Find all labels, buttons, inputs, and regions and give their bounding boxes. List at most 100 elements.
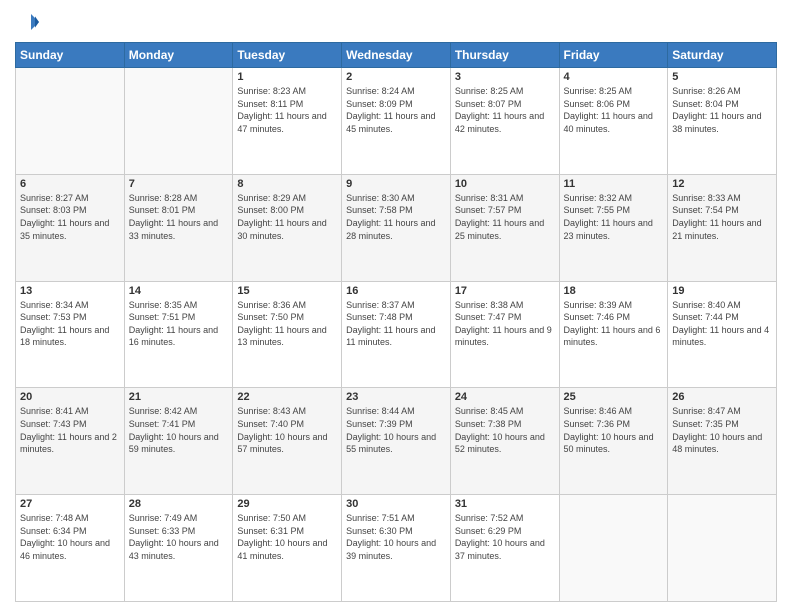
calendar-cell — [124, 68, 233, 175]
day-info: Sunrise: 8:35 AM Sunset: 7:51 PM Dayligh… — [129, 299, 229, 349]
calendar-week-1: 1 Sunrise: 8:23 AM Sunset: 8:11 PM Daylig… — [16, 68, 777, 175]
calendar-table: SundayMondayTuesdayWednesdayThursdayFrid… — [15, 42, 777, 602]
day-number: 8 — [237, 178, 337, 190]
day-number: 21 — [129, 391, 229, 403]
calendar-cell: 10 Sunrise: 8:31 AM Sunset: 7:57 PM Dayli… — [450, 174, 559, 281]
calendar-cell: 19Sunrise: 8:40 AM Sunset: 7:44 PM Dayli… — [668, 281, 777, 388]
day-number: 12 — [672, 178, 772, 190]
day-info: Sunrise: 8:44 AM Sunset: 7:39 PM Dayligh… — [346, 405, 446, 455]
calendar-cell: 27Sunrise: 7:48 AM Sunset: 6:34 PM Dayli… — [16, 495, 125, 602]
calendar-week-5: 27Sunrise: 7:48 AM Sunset: 6:34 PM Dayli… — [16, 495, 777, 602]
day-info: Sunrise: 8:32 AM Sunset: 7:55 PM Dayligh… — [564, 192, 664, 242]
calendar-cell: 20 Sunrise: 8:41 AM Sunset: 7:43 PM Dayli… — [16, 388, 125, 495]
day-info: Sunrise: 8:24 AM Sunset: 8:09 PM Dayligh… — [346, 85, 446, 135]
calendar-cell: 3 Sunrise: 8:25 AM Sunset: 8:07 PM Daylig… — [450, 68, 559, 175]
day-info: Sunrise: 8:43 AM Sunset: 7:40 PM Dayligh… — [237, 405, 337, 455]
day-info: Sunrise: 8:30 AM Sunset: 7:58 PM Dayligh… — [346, 192, 446, 242]
calendar-cell: 8 Sunrise: 8:29 AM Sunset: 8:00 PM Daylig… — [233, 174, 342, 281]
day-number: 7 — [129, 178, 229, 190]
day-number: 16 — [346, 285, 446, 297]
weekday-header-saturday: Saturday — [668, 43, 777, 68]
day-info: Sunrise: 8:36 AM Sunset: 7:50 PM Dayligh… — [237, 299, 337, 349]
day-info: Sunrise: 8:33 AM Sunset: 7:54 PM Dayligh… — [672, 192, 772, 242]
day-info: Sunrise: 7:51 AM Sunset: 6:30 PM Dayligh… — [346, 512, 446, 562]
day-info: Sunrise: 7:52 AM Sunset: 6:29 PM Dayligh… — [455, 512, 555, 562]
calendar-cell: 16 Sunrise: 8:37 AM Sunset: 7:48 PM Dayli… — [342, 281, 451, 388]
day-info: Sunrise: 8:46 AM Sunset: 7:36 PM Dayligh… — [564, 405, 664, 455]
calendar-cell: 28 Sunrise: 7:49 AM Sunset: 6:33 PM Dayli… — [124, 495, 233, 602]
calendar-cell: 18 Sunrise: 8:39 AM Sunset: 7:46 PM Dayli… — [559, 281, 668, 388]
day-number: 13 — [20, 285, 120, 297]
day-info: Sunrise: 8:37 AM Sunset: 7:48 PM Dayligh… — [346, 299, 446, 349]
calendar-cell — [668, 495, 777, 602]
calendar-week-3: 13 Sunrise: 8:34 AM Sunset: 7:53 PM Dayli… — [16, 281, 777, 388]
day-number: 10 — [455, 178, 555, 190]
calendar-cell: 31 Sunrise: 7:52 AM Sunset: 6:29 PM Dayli… — [450, 495, 559, 602]
day-info: Sunrise: 8:40 AM Sunset: 7:44 PM Dayligh… — [672, 299, 772, 349]
calendar-cell: 9 Sunrise: 8:30 AM Sunset: 7:58 PM Daylig… — [342, 174, 451, 281]
calendar-cell: 6 Sunrise: 8:27 AM Sunset: 8:03 PM Daylig… — [16, 174, 125, 281]
day-number: 25 — [564, 391, 664, 403]
calendar-cell: 7 Sunrise: 8:28 AM Sunset: 8:01 PM Daylig… — [124, 174, 233, 281]
calendar-week-2: 6 Sunrise: 8:27 AM Sunset: 8:03 PM Daylig… — [16, 174, 777, 281]
day-info: Sunrise: 8:38 AM Sunset: 7:47 PM Dayligh… — [455, 299, 555, 349]
day-number: 29 — [237, 498, 337, 510]
day-number: 23 — [346, 391, 446, 403]
day-number: 1 — [237, 71, 337, 83]
weekday-header-thursday: Thursday — [450, 43, 559, 68]
day-info: Sunrise: 8:45 AM Sunset: 7:38 PM Dayligh… — [455, 405, 555, 455]
calendar-cell: 26 Sunrise: 8:47 AM Sunset: 7:35 PM Dayli… — [668, 388, 777, 495]
day-info: Sunrise: 8:31 AM Sunset: 7:57 PM Dayligh… — [455, 192, 555, 242]
day-info: Sunrise: 8:23 AM Sunset: 8:11 PM Dayligh… — [237, 85, 337, 135]
day-info: Sunrise: 8:28 AM Sunset: 8:01 PM Dayligh… — [129, 192, 229, 242]
day-info: Sunrise: 7:49 AM Sunset: 6:33 PM Dayligh… — [129, 512, 229, 562]
calendar-cell: 15 Sunrise: 8:36 AM Sunset: 7:50 PM Dayli… — [233, 281, 342, 388]
calendar-cell: 25 Sunrise: 8:46 AM Sunset: 7:36 PM Dayli… — [559, 388, 668, 495]
calendar-cell — [16, 68, 125, 175]
header — [15, 10, 777, 34]
day-number: 15 — [237, 285, 337, 297]
day-info: Sunrise: 7:48 AM Sunset: 6:34 PM Dayligh… — [20, 512, 120, 562]
day-info: Sunrise: 8:25 AM Sunset: 8:06 PM Dayligh… — [564, 85, 664, 135]
day-number: 22 — [237, 391, 337, 403]
calendar-cell: 12 Sunrise: 8:33 AM Sunset: 7:54 PM Dayli… — [668, 174, 777, 281]
day-number: 17 — [455, 285, 555, 297]
day-number: 31 — [455, 498, 555, 510]
day-number: 24 — [455, 391, 555, 403]
day-info: Sunrise: 8:25 AM Sunset: 8:07 PM Dayligh… — [455, 85, 555, 135]
weekday-row: SundayMondayTuesdayWednesdayThursdayFrid… — [16, 43, 777, 68]
day-number: 20 — [20, 391, 120, 403]
day-number: 26 — [672, 391, 772, 403]
day-info: Sunrise: 8:47 AM Sunset: 7:35 PM Dayligh… — [672, 405, 772, 455]
day-info: Sunrise: 8:34 AM Sunset: 7:53 PM Dayligh… — [20, 299, 120, 349]
day-info: Sunrise: 8:27 AM Sunset: 8:03 PM Dayligh… — [20, 192, 120, 242]
day-number: 6 — [20, 178, 120, 190]
day-info: Sunrise: 8:39 AM Sunset: 7:46 PM Dayligh… — [564, 299, 664, 349]
weekday-header-monday: Monday — [124, 43, 233, 68]
day-info: Sunrise: 8:26 AM Sunset: 8:04 PM Dayligh… — [672, 85, 772, 135]
calendar-cell: 30 Sunrise: 7:51 AM Sunset: 6:30 PM Dayli… — [342, 495, 451, 602]
page: SundayMondayTuesdayWednesdayThursdayFrid… — [0, 0, 792, 612]
calendar-header: SundayMondayTuesdayWednesdayThursdayFrid… — [16, 43, 777, 68]
calendar-body: 1 Sunrise: 8:23 AM Sunset: 8:11 PM Daylig… — [16, 68, 777, 602]
weekday-header-tuesday: Tuesday — [233, 43, 342, 68]
day-number: 11 — [564, 178, 664, 190]
day-number: 28 — [129, 498, 229, 510]
calendar-cell: 2Sunrise: 8:24 AM Sunset: 8:09 PM Daylig… — [342, 68, 451, 175]
calendar-cell: 29Sunrise: 7:50 AM Sunset: 6:31 PM Dayli… — [233, 495, 342, 602]
day-number: 30 — [346, 498, 446, 510]
logo — [15, 10, 43, 34]
calendar-cell: 24 Sunrise: 8:45 AM Sunset: 7:38 PM Dayli… — [450, 388, 559, 495]
day-number: 5 — [672, 71, 772, 83]
calendar-cell: 17 Sunrise: 8:38 AM Sunset: 7:47 PM Dayli… — [450, 281, 559, 388]
day-number: 18 — [564, 285, 664, 297]
day-number: 3 — [455, 71, 555, 83]
calendar-week-4: 20 Sunrise: 8:41 AM Sunset: 7:43 PM Dayli… — [16, 388, 777, 495]
day-number: 4 — [564, 71, 664, 83]
day-info: Sunrise: 8:29 AM Sunset: 8:00 PM Dayligh… — [237, 192, 337, 242]
calendar-cell: 21Sunrise: 8:42 AM Sunset: 7:41 PM Dayli… — [124, 388, 233, 495]
logo-icon — [15, 10, 39, 34]
day-number: 9 — [346, 178, 446, 190]
day-info: Sunrise: 8:41 AM Sunset: 7:43 PM Dayligh… — [20, 405, 120, 455]
calendar-cell: 23 Sunrise: 8:44 AM Sunset: 7:39 PM Dayli… — [342, 388, 451, 495]
